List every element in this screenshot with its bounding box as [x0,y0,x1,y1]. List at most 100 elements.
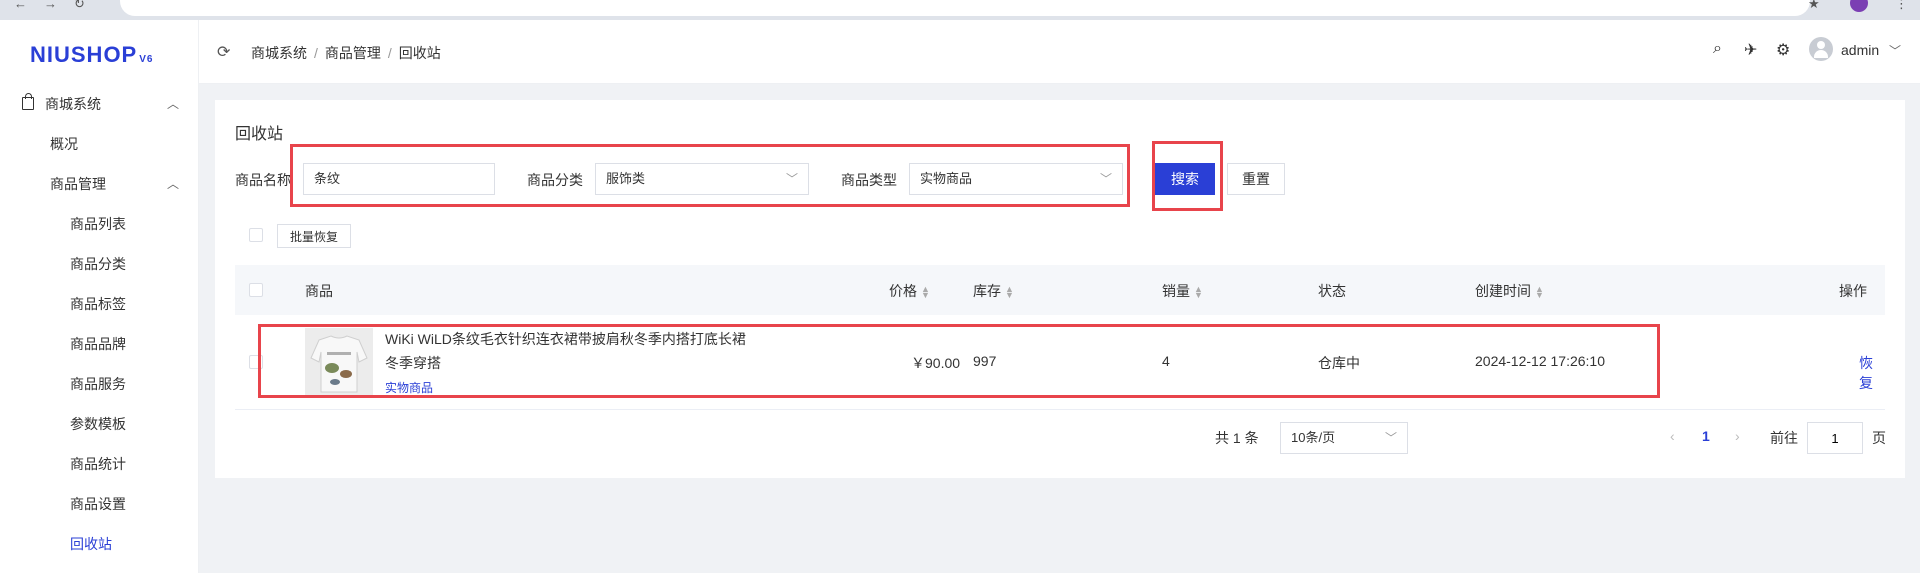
search-icon[interactable]: ⌕ [1713,40,1722,58]
rocket-icon[interactable]: ✈ [1744,40,1757,60]
sidebar-item-goods-stats[interactable]: 商品统计 [0,444,199,484]
user-name[interactable]: admin [1841,42,1879,58]
column-sales[interactable]: 销量 ▲ ▼ [1162,281,1203,301]
sidebar-item-label: 商品服务 [70,376,126,392]
select-all-checkbox-top[interactable] [249,228,263,242]
goods-type-value: 实物商品 [920,171,973,186]
sidebar-item-label: 商品列表 [70,216,126,232]
table-header: 商品 价格 ▲ ▼ 库存 ▲ ▼ 销量 ▲ ▼ 状态 创建时间 ▲ ▼ 操作 [235,265,1885,315]
breadcrumb-item[interactable]: 商品管理 [325,45,381,61]
chevron-up-icon: ︿ [166,97,179,111]
column-stock-label: 库存 [973,283,1001,299]
goods-name: WiKi WiLD条纹毛衣针织连衣裙带披肩秋冬季内搭打底长裙 冬季穿搭 [385,327,775,375]
goods-type-select[interactable]: 实物商品 ﹀ [909,163,1123,195]
sidebar-item-label: 商品统计 [70,456,126,472]
gear-icon[interactable]: ⚙ [1776,40,1790,60]
column-stock[interactable]: 库存 ▲ ▼ [973,281,1014,301]
sidebar-item-param-template[interactable]: 参数模板 [0,404,199,444]
browser-menu-icon[interactable]: ⋮ [1895,0,1908,12]
sidebar-item-goods-list[interactable]: 商品列表 [0,204,199,244]
forward-icon[interactable]: → [44,0,57,11]
prev-page-icon[interactable]: ‹ [1670,428,1675,444]
reset-button[interactable]: 重置 [1227,163,1285,195]
sidebar-item-goods-settings[interactable]: 商品设置 [0,484,199,524]
breadcrumb: 商城系统 / 商品管理 / 回收站 [251,45,441,61]
page-suffix-label: 页 [1872,430,1886,446]
breadcrumb-item: 回收站 [398,45,441,61]
goods-sales: 4 [1162,353,1170,369]
page-title: 回收站 [235,126,284,143]
sort-icon[interactable]: ▲ ▼ [1194,285,1203,300]
sort-icon[interactable]: ▲ ▼ [921,285,930,300]
main-card: 回收站 商品名称 条纹 商品分类 服饰类 ﹀ 商品类型 实物商品 ﹀ 搜索 重置 批… [215,100,1905,478]
row-checkbox[interactable] [249,355,263,369]
column-price[interactable]: 价格 ▲ ▼ [889,281,930,301]
sort-icon[interactable]: ▲ ▼ [1535,285,1544,300]
avatar[interactable] [1809,37,1833,61]
sweater-image [305,328,373,396]
sidebar-item-goods-management[interactable]: 商品管理 ︿ [0,164,199,204]
chevron-up-icon: ︿ [166,177,179,191]
sidebar-item-label: 商品标签 [70,296,126,312]
sidebar: NIUSHOP V6 商城系统 ︿ 概况 商品管理 ︿ 商品列表 商品分类 商品标… [0,20,199,573]
restore-link[interactable]: 恢复 [1859,353,1885,393]
page-size-select[interactable]: 10条/页 ﹀ [1280,422,1408,454]
browser-toolbar: ← → ↻ ★ ⋮ [0,0,1920,20]
chevron-down-icon: ﹀ [1384,431,1397,445]
address-bar[interactable] [120,0,1810,16]
goto-page-input[interactable] [1807,422,1863,454]
goods-price: ￥90.00 [911,355,961,371]
sidebar-item-goods-category[interactable]: 商品分类 [0,244,199,284]
next-page-icon[interactable]: › [1735,428,1740,444]
table-row: WiKi WiLD条纹毛衣针织连衣裙带披肩秋冬季内搭打底长裙 冬季穿搭 实物商品… [235,315,1885,410]
select-all-checkbox[interactable] [249,283,263,297]
sidebar-item-label: 回收站 [70,536,112,552]
sidebar-item-label: 商品分类 [70,256,126,272]
bookmark-star-icon[interactable]: ★ [1808,0,1820,12]
column-action: 操作 [1839,283,1867,299]
goods-category-select[interactable]: 服饰类 ﹀ [595,163,809,195]
goods-name-input[interactable]: 条纹 [303,163,495,195]
search-button[interactable]: 搜索 [1155,163,1215,195]
shopping-bag-icon [22,93,34,110]
refresh-icon[interactable]: ⟳ [217,42,230,62]
page-size-value: 10条/页 [1291,430,1336,445]
page-number-current[interactable]: 1 [1702,428,1710,444]
sidebar-item-label: 概况 [50,136,78,152]
logo: NIUSHOP V6 [30,42,153,68]
sidebar-item-goods-brand[interactable]: 商品品牌 [0,324,199,364]
sidebar-section-mall[interactable]: 商城系统 ︿ [0,84,199,124]
browser-profile-avatar[interactable] [1850,0,1868,12]
logo-version: V6 [139,54,154,65]
goods-category-label: 商品分类 [527,172,583,188]
back-icon[interactable]: ← [14,0,27,11]
column-created-time[interactable]: 创建时间 ▲ ▼ [1475,281,1544,301]
chevron-down-icon[interactable]: ﹀ [1889,42,1901,59]
sidebar-item-recycle-bin[interactable]: 回收站 [0,524,199,564]
sidebar-item-label: 商品设置 [70,496,126,512]
batch-restore-button[interactable]: 批量恢复 [277,224,352,248]
sort-icon[interactable]: ▲ ▼ [1005,285,1014,300]
column-status: 状态 [1318,283,1346,299]
goods-stock: 997 [973,353,997,369]
goods-status: 仓库中 [1318,355,1360,371]
sidebar-item-overview[interactable]: 概况 [0,124,199,164]
sidebar-section-label: 商城系统 [45,96,101,112]
sidebar-item-label: 参数模板 [70,416,126,432]
top-header: ⟳ 商城系统 / 商品管理 / 回收站 ⌕ ✈ ⚙ admin ﹀ [199,20,1920,84]
goods-name-label: 商品名称 [235,172,291,188]
goods-created-time: 2024-12-12 17:26:10 [1475,353,1605,369]
breadcrumb-item[interactable]: 商城系统 [251,45,307,61]
column-sales-label: 销量 [1162,283,1190,299]
goods-name-value: 条纹 [314,171,341,186]
column-created-label: 创建时间 [1475,283,1531,299]
chevron-down-icon: ﹀ [785,172,798,186]
goods-type-tag: 实物商品 [385,381,434,395]
reload-icon[interactable]: ↻ [74,0,85,12]
sidebar-item-goods-service[interactable]: 商品服务 [0,364,199,404]
sidebar-item-goods-tags[interactable]: 商品标签 [0,284,199,324]
column-price-label: 价格 [889,283,917,299]
goods-name-line2: 冬季穿搭 [385,355,441,371]
chevron-down-icon: ﹀ [1099,172,1112,186]
column-goods: 商品 [305,283,333,299]
